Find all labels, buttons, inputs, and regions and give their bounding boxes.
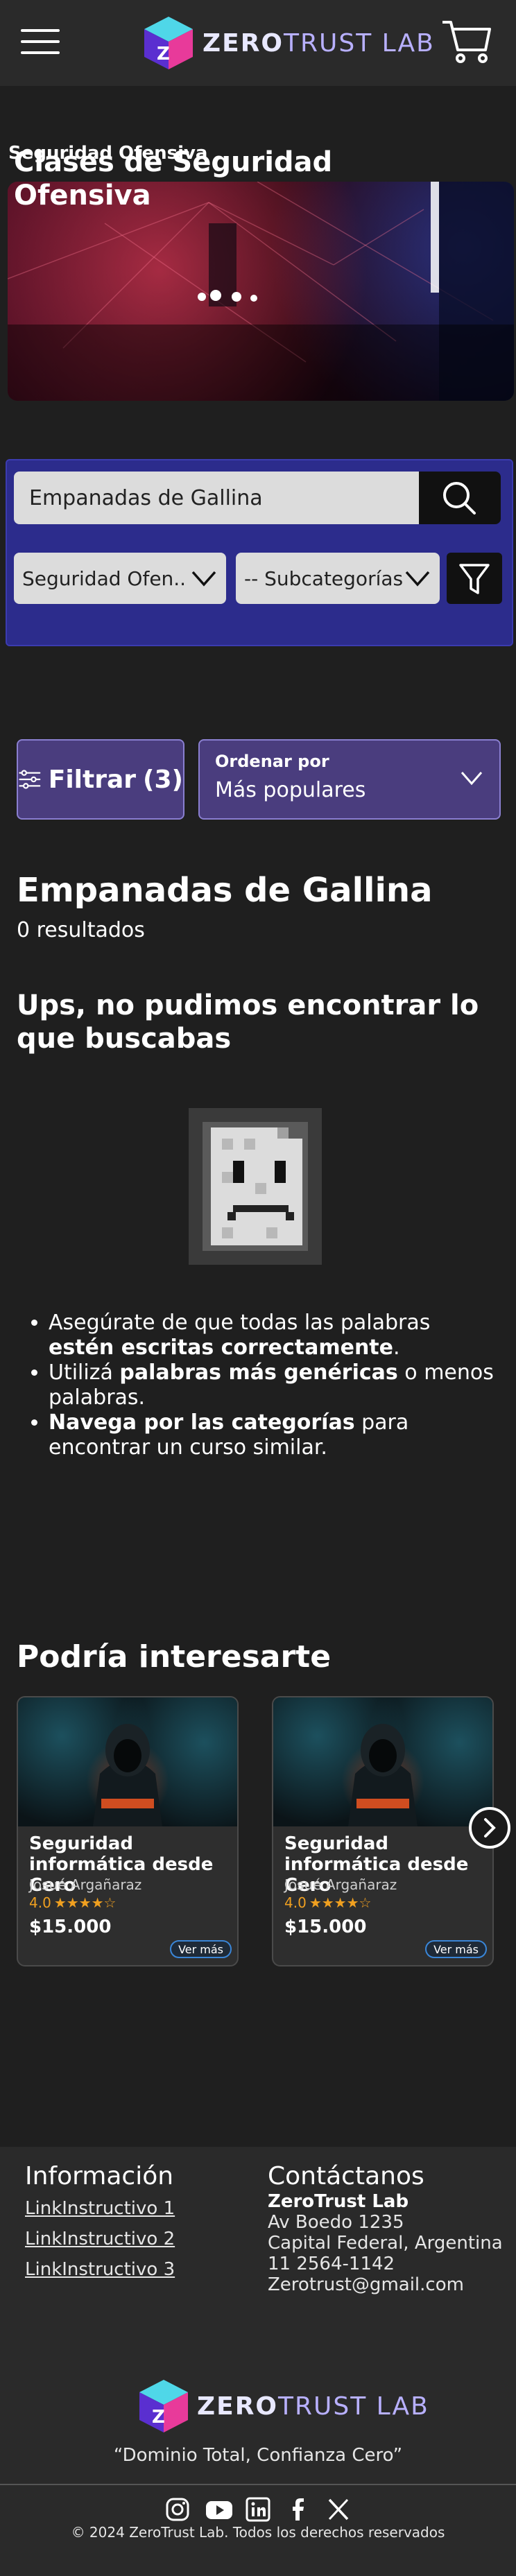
cart-icon[interactable] [441, 18, 492, 65]
star-rating-icon: ★★★★☆ [53, 1894, 117, 1911]
footer-divider [0, 2484, 516, 2485]
results-count: 0 resultados [17, 918, 145, 942]
linkedin-icon[interactable] [246, 2497, 270, 2522]
x-twitter-icon[interactable] [326, 2497, 351, 2522]
facebook-icon[interactable] [286, 2497, 311, 2522]
carousel-next-button[interactable] [469, 1807, 510, 1849]
rating-value: 4.0 [284, 1894, 307, 1911]
course-author: Josué Argañaraz [29, 1876, 142, 1893]
brand-name: ZEROTRUST LAB [203, 28, 435, 58]
course-card[interactable]: Seguridad informática desde Cero Josué A… [272, 1696, 494, 1966]
ver-mas-button[interactable]: Ver más [425, 1940, 487, 1958]
search-button[interactable] [419, 472, 501, 524]
search-input[interactable] [14, 472, 419, 524]
course-rating: 4.0 ★★★★☆ [284, 1894, 371, 1911]
hero-caption-bar [8, 325, 514, 401]
category-select-value: Seguridad Ofen.. [22, 567, 187, 590]
footer-link[interactable]: LinkInstructivo 1 [25, 2198, 175, 2219]
footer-contact-title: Contáctanos [268, 2162, 424, 2190]
tip-item: Asegúrate de que todas las palabras esté… [49, 1311, 502, 1360]
svg-text:Z: Z [152, 2407, 165, 2428]
subcategory-select-value: -- Subcategorías [244, 567, 404, 590]
svg-text:Z: Z [157, 44, 170, 64]
category-select[interactable]: Seguridad Ofen.. [14, 553, 226, 604]
hero-title: Clases de Seguridad Ofensiva [14, 146, 333, 211]
hero-banner [8, 182, 514, 401]
chevron-down-icon [191, 571, 216, 587]
course-card[interactable]: Seguridad informática desde Cero Josué A… [17, 1696, 239, 1966]
subcategory-select[interactable]: -- Subcategorías [236, 553, 440, 604]
chevron-right-icon [484, 1818, 496, 1838]
sliders-icon [19, 770, 41, 789]
hamburger-icon[interactable] [21, 28, 60, 55]
cube-logo-icon: Z [139, 2380, 188, 2432]
filter-label: Filtrar [48, 765, 137, 794]
sort-select[interactable]: Ordenar por Más populares [198, 739, 501, 820]
chevron-down-icon [461, 772, 483, 786]
footer-brand-logo: Z ZEROTRUST LAB [136, 2377, 429, 2435]
contact-details: ZeroTrust Lab Av Boedo 1235 Capital Fede… [268, 2191, 503, 2295]
course-thumbnail [273, 1697, 492, 1826]
filter-count: (3) [143, 765, 183, 794]
tip-item: Navega por las categorías para encontrar… [49, 1410, 502, 1460]
cube-logo-icon: Z [144, 17, 193, 69]
sad-file-icon [189, 1108, 322, 1265]
course-price: $15.000 [29, 1917, 112, 1937]
course-author: Josué Argañaraz [284, 1876, 397, 1893]
chevron-down-icon [405, 571, 430, 587]
sort-value: Más populares [215, 778, 366, 802]
copyright: © 2024 ZeroTrust Lab. Todos los derechos… [71, 2524, 445, 2541]
course-price: $15.000 [284, 1917, 367, 1937]
footer-link[interactable]: LinkInstructivo 3 [25, 2259, 175, 2280]
empty-state-title: Ups, no pudimos encontrar lo que buscaba… [17, 989, 479, 1055]
footer-link[interactable]: LinkInstructivo 2 [25, 2229, 175, 2249]
contact-city: Capital Federal, Argentina [268, 2233, 503, 2254]
recommendations-title: Podría interesarte [17, 1639, 332, 1675]
contact-phone: 11 2564-1142 [268, 2254, 395, 2274]
social-links [148, 2493, 368, 2525]
brand-logo[interactable]: Z ZEROTRUST LAB [141, 12, 435, 74]
footer-brand-name: ZEROTRUST LAB [197, 2392, 429, 2421]
course-thumbnail [18, 1697, 237, 1826]
youtube-icon[interactable] [205, 2497, 232, 2522]
contact-email[interactable]: Zerotrust@gmail.com [268, 2274, 503, 2295]
contact-address: Av Boedo 1235 [268, 2212, 404, 2233]
ver-mas-button[interactable]: Ver más [170, 1940, 232, 1958]
footer-info-title: Información [25, 2162, 174, 2190]
funnel-icon [459, 564, 490, 594]
footer-motto: “Dominio Total, Confianza Cero” [113, 2445, 403, 2466]
filter-apply-button[interactable] [447, 553, 502, 604]
rating-value: 4.0 [29, 1894, 51, 1911]
search-icon [443, 482, 476, 515]
contact-company: ZeroTrust Lab [268, 2191, 409, 2212]
tip-item: Utilizá palabras más genéricas o menos p… [49, 1360, 502, 1410]
search-tips-list: Asegúrate de que todas las palabras esté… [17, 1311, 502, 1460]
star-rating-icon: ★★★★☆ [309, 1894, 372, 1911]
instagram-icon[interactable] [165, 2497, 190, 2522]
sort-label: Ordenar por [215, 752, 329, 771]
filter-button[interactable]: Filtrar (3) [17, 739, 184, 820]
course-rating: 4.0 ★★★★☆ [29, 1894, 116, 1911]
results-query-title: Empanadas de Gallina [17, 871, 433, 910]
